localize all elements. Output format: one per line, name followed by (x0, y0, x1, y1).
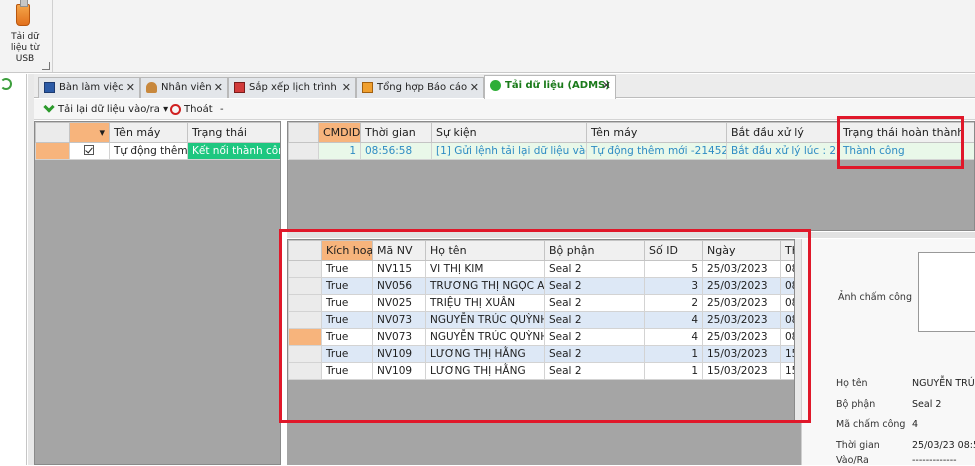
row-indicator[interactable] (35, 142, 70, 160)
department-value: Seal 2 (912, 399, 942, 410)
usb-icon (16, 0, 30, 26)
usb-download-button[interactable]: Tải dữ liệu từ USB (2, 0, 48, 66)
tab-label: Bàn làm việc (59, 82, 124, 93)
row-indicator-header (35, 122, 70, 143)
column-header[interactable]: Bắt đầu xử lý (726, 122, 839, 143)
desktop-icon (44, 82, 55, 93)
checkbox-cell[interactable] (69, 142, 110, 160)
close-icon[interactable]: ✕ (214, 78, 223, 98)
ribbon-group-separator (52, 0, 53, 72)
tab-label: Nhân viên (161, 82, 212, 93)
tab-download-adms[interactable]: Tải dữ liệu (ADMS) ✕ (484, 75, 616, 99)
column-header[interactable]: Trạng thái (187, 122, 280, 143)
grid-empty-area (287, 422, 801, 465)
column-header[interactable]: CMDID (318, 122, 361, 143)
in-out-label: Vào/Ra (836, 455, 869, 466)
table-cell: [1] Gửi lệnh tải lại dữ liệu vào/ra (431, 142, 587, 160)
tab-label: Sắp xếp lịch trình (249, 82, 337, 93)
close-icon[interactable]: ✕ (342, 78, 351, 98)
highlight-box-completion-status (837, 116, 964, 169)
tab-label: Tổng hợp Báo cáo (377, 82, 468, 93)
table-cell: 1 (318, 142, 361, 160)
time-value: 25/03/23 08:51 (912, 440, 975, 451)
row-indicator[interactable] (288, 142, 319, 160)
column-header[interactable]: Tên máy (109, 122, 188, 143)
row-indicator-header (288, 122, 319, 143)
department-label: Bộ phận (836, 399, 876, 410)
close-icon[interactable]: ✕ (470, 78, 479, 98)
attendance-code-value: 4 (912, 419, 919, 430)
schedule-icon (234, 82, 245, 93)
table-cell: Bắt đầu xử lý lúc : 25/0 (726, 142, 839, 160)
name-value: NGUYỄN TRÚC (912, 378, 975, 389)
attendance-photo (918, 252, 975, 332)
power-icon (170, 104, 181, 115)
column-header[interactable]: Sự kiện (431, 122, 587, 143)
attendance-code-label: Mã chấm công (836, 419, 906, 430)
document-tab-bar: Bàn làm việc ✕ Nhân viên ✕ Sắp xếp lịch … (34, 74, 975, 99)
left-navigation-strip (0, 74, 27, 465)
checkbox[interactable] (84, 144, 94, 155)
table-cell: 08:56:58 (360, 142, 432, 160)
in-out-value: ------------- (912, 455, 957, 466)
device-grid[interactable]: ▾ Tên máy Trạng thái Tự động thêm mới Kế… (34, 121, 281, 465)
table-row[interactable]: Tự động thêm mới Kết nối thành công (35, 142, 280, 160)
exit-button[interactable]: Thoát (168, 102, 213, 118)
reload-data-button[interactable]: Tải lại dữ liệu vào/ra ▾ (42, 101, 168, 118)
close-icon[interactable]: ✕ (126, 78, 135, 98)
highlight-box-attendance-grid (279, 229, 811, 423)
dialog-launcher-icon[interactable] (42, 62, 50, 70)
toolbar-separator: - (220, 104, 224, 115)
toolbar: Tải lại dữ liệu vào/ra ▾ Thoát - (34, 99, 975, 120)
person-icon (146, 82, 157, 93)
download-arrow-icon (43, 101, 55, 113)
tab-reports[interactable]: Tổng hợp Báo cáo ✕ (356, 77, 484, 98)
usb-download-label: Tải dữ liệu từ USB (10, 32, 40, 64)
add-circle-icon (490, 80, 501, 91)
status-cell: Kết nối thành công (187, 142, 280, 160)
tab-workspace[interactable]: Bàn làm việc ✕ (38, 77, 140, 98)
check-column-header[interactable]: ▾ (69, 122, 110, 143)
photo-label: Ảnh chấm công (838, 292, 912, 303)
chevron-down-icon[interactable]: ▾ (99, 126, 105, 139)
reload-data-label: Tải lại dữ liệu vào/ra (58, 104, 160, 115)
tab-schedule[interactable]: Sắp xếp lịch trình ✕ (228, 77, 356, 98)
column-header[interactable]: Thời gian (360, 122, 432, 143)
column-header[interactable]: Tên máy (586, 122, 727, 143)
ribbon (0, 0, 975, 73)
report-icon (362, 82, 373, 93)
tab-label: Tải dữ liệu (ADMS) (505, 80, 610, 91)
name-label: Họ tên (836, 378, 868, 389)
refresh-icon[interactable] (0, 78, 12, 90)
table-cell: Tự động thêm mới (109, 142, 188, 160)
tab-employees[interactable]: Nhân viên ✕ (140, 77, 228, 98)
table-cell: Tự động thêm mới -2145224 (586, 142, 727, 160)
time-label: Thời gian (836, 440, 880, 451)
close-icon[interactable]: ✕ (602, 76, 611, 96)
exit-label: Thoát (184, 104, 213, 115)
